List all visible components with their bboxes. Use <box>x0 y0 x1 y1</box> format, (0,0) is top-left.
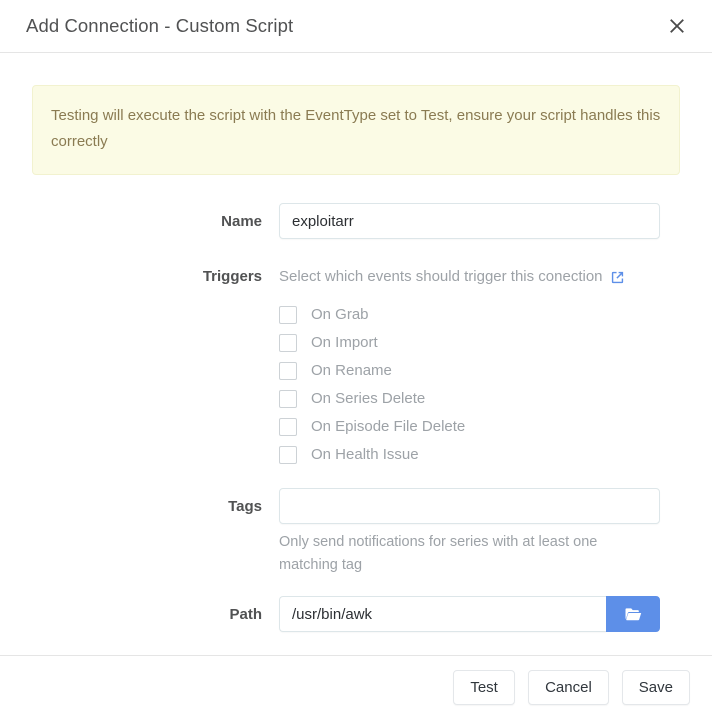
folder-open-icon <box>625 607 641 620</box>
checkbox-on-grab[interactable] <box>279 306 297 324</box>
checkbox-label: On Rename <box>311 362 392 379</box>
trigger-option-on-grab[interactable]: On Grab <box>279 301 680 329</box>
name-input[interactable] <box>279 203 660 239</box>
triggers-description-row: Select which events should trigger this … <box>279 258 680 287</box>
checkbox-label: On Import <box>311 334 378 351</box>
path-input-group <box>279 596 660 632</box>
save-button[interactable]: Save <box>621 669 690 705</box>
checkbox-on-import[interactable] <box>279 334 297 352</box>
form-group-triggers: Triggers Select which events should trig… <box>32 258 680 469</box>
dialog-header: Add Connection - Custom Script <box>0 0 712 53</box>
tags-input[interactable] <box>279 488 660 524</box>
form-group-path: Path <box>32 596 680 632</box>
dialog-body: Testing will execute the script with the… <box>0 53 712 655</box>
checkbox-on-series-delete[interactable] <box>279 390 297 408</box>
warning-alert: Testing will execute the script with the… <box>32 85 680 175</box>
dialog-title: Add Connection - Custom Script <box>26 15 294 36</box>
checkbox-label: On Health Issue <box>311 446 419 463</box>
form-group-tags: Tags Only send notifications for series … <box>32 488 680 577</box>
tags-help-text: Only send notifications for series with … <box>279 534 598 573</box>
trigger-option-on-health-issue[interactable]: On Health Issue <box>279 441 680 469</box>
external-link-icon[interactable] <box>610 270 625 285</box>
external-link-icon-glyph <box>611 271 623 283</box>
tags-label: Tags <box>228 498 262 515</box>
triggers-description: Select which events should trigger this … <box>279 268 603 285</box>
add-connection-dialog: Add Connection - Custom Script Testing w… <box>0 0 712 718</box>
dialog-footer: Test Cancel Save <box>0 655 712 718</box>
path-input[interactable] <box>279 596 606 632</box>
test-button[interactable]: Test <box>453 669 516 705</box>
close-icon-glyph <box>670 19 684 33</box>
triggers-checkbox-list: On Grab On Import On Rename On Series De… <box>279 301 680 469</box>
cancel-button[interactable]: Cancel <box>528 669 609 705</box>
checkbox-on-health-issue[interactable] <box>279 446 297 464</box>
trigger-option-on-import[interactable]: On Import <box>279 329 680 357</box>
trigger-option-on-episode-file-delete[interactable]: On Episode File Delete <box>279 413 680 441</box>
checkbox-on-episode-file-delete[interactable] <box>279 418 297 436</box>
checkbox-label: On Grab <box>311 306 369 323</box>
checkbox-label: On Series Delete <box>311 390 426 407</box>
checkbox-on-rename[interactable] <box>279 362 297 380</box>
name-label: Name <box>221 213 262 230</box>
triggers-label: Triggers <box>202 268 262 285</box>
form-group-name: Name <box>32 203 680 239</box>
close-icon[interactable] <box>664 13 690 39</box>
checkbox-label: On Episode File Delete <box>311 418 466 435</box>
path-label: Path <box>229 606 262 623</box>
trigger-option-on-series-delete[interactable]: On Series Delete <box>279 385 680 413</box>
trigger-option-on-rename[interactable]: On Rename <box>279 357 680 385</box>
browse-path-button[interactable] <box>606 596 660 632</box>
